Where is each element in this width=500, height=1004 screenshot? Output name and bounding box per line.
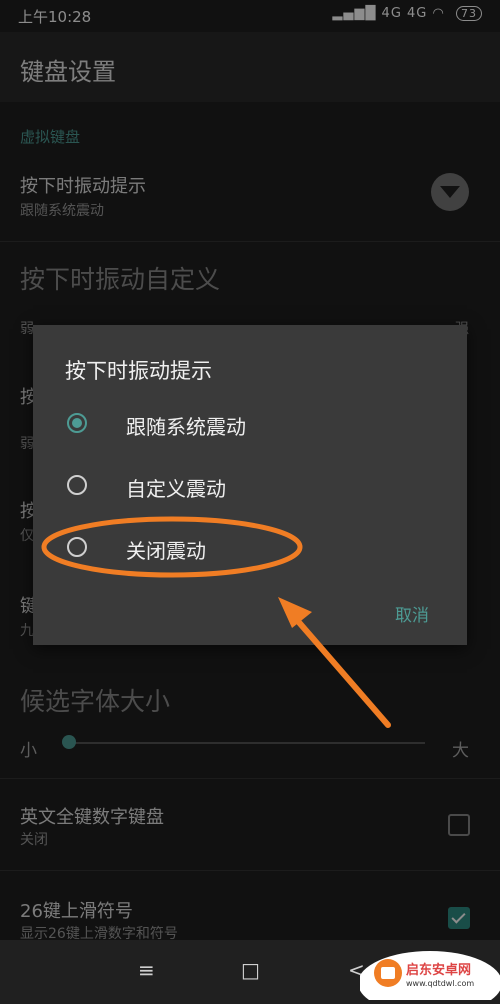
watermark-url: www.qdtdwl.com (406, 979, 475, 988)
radio-icon[interactable] (67, 537, 87, 557)
option-follow-system[interactable]: 跟随系统震动 (65, 405, 445, 445)
option-label: 关闭震动 (126, 539, 206, 563)
option-label: 自定义震动 (126, 477, 226, 501)
watermark-logo: 启东安卓网 www.qdtdwl.com (358, 943, 500, 1004)
vibration-dialog: 按下时振动提示 跟随系统震动 自定义震动 关闭震动 取消 (33, 325, 467, 645)
dialog-title: 按下时振动提示 (65, 359, 212, 383)
radio-icon[interactable] (67, 475, 87, 495)
menu-icon[interactable]: ≡ (138, 958, 155, 982)
home-icon[interactable]: □ (241, 958, 260, 982)
option-off[interactable]: 关闭震动 (65, 529, 445, 569)
option-label: 跟随系统震动 (126, 415, 246, 439)
cancel-button[interactable]: 取消 (395, 601, 429, 626)
radio-selected-icon[interactable] (67, 413, 87, 433)
watermark-text: 启东安卓网 (406, 963, 472, 978)
option-custom[interactable]: 自定义震动 (65, 467, 445, 507)
